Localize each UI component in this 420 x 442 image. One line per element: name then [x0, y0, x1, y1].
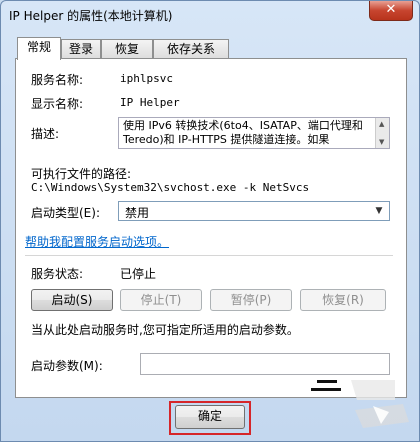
tab-recovery[interactable]: 恢复 — [101, 39, 153, 59]
watermark-logo — [311, 380, 409, 428]
tab-dependencies[interactable]: 依存关系 — [153, 39, 229, 59]
exe-path-value: C:\Windows\System32\svchost.exe -k NetSv… — [31, 181, 310, 194]
startup-type-value: 禁用 — [125, 206, 150, 220]
ok-button[interactable]: 确定 — [175, 405, 245, 429]
startup-type-select[interactable]: 禁用 ▼ — [118, 201, 390, 221]
resume-button[interactable]: 恢复(R) — [300, 289, 386, 311]
service-name-value: iphlpsvc — [120, 72, 173, 85]
service-status-value: 已停止 — [120, 267, 157, 281]
close-icon: ✕ — [385, 2, 397, 17]
display-name-label: 显示名称: — [31, 97, 84, 111]
chevron-down-icon[interactable]: ▼ — [371, 203, 387, 219]
scroll-up-icon[interactable]: ▲ — [379, 120, 384, 128]
description-label: 描述: — [31, 127, 60, 141]
display-name-value: IP Helper — [120, 96, 180, 109]
help-configure-link[interactable]: 帮助我配置服务启动选项。 — [25, 233, 169, 250]
window-title: IP Helper 的属性(本地计算机) — [9, 9, 173, 23]
exe-path-label: 可执行文件的路径: — [31, 167, 132, 181]
divider — [25, 255, 393, 256]
start-button[interactable]: 启动(S) — [31, 289, 113, 311]
start-params-hint: 当从此处启动服务时,您可指定所适用的启动参数。 — [31, 323, 299, 337]
description-scrollbar[interactable]: ▲ ▼ — [375, 118, 389, 148]
title-bar[interactable]: IP Helper 的属性(本地计算机) ✕ — [1, 1, 419, 29]
service-status-label: 服务状态: — [31, 267, 84, 281]
tab-general[interactable]: 常规 — [17, 37, 61, 60]
properties-window: IP Helper 的属性(本地计算机) ✕ 常规 登录 恢复 依存关系 服务名… — [0, 0, 420, 442]
close-button[interactable]: ✕ — [369, 1, 413, 21]
startup-type-label: 启动类型(E): — [31, 206, 100, 220]
service-name-label: 服务名称: — [31, 73, 84, 87]
stop-button[interactable]: 停止(T) — [120, 289, 202, 311]
description-box[interactable]: 使用 IPv6 转换技术(6to4、ISATAP、端口代理和 Teredo)和 … — [118, 117, 390, 149]
tab-logon[interactable]: 登录 — [61, 39, 101, 59]
start-params-label: 启动参数(M): — [31, 359, 103, 373]
general-panel: 服务名称: iphlpsvc 显示名称: IP Helper 描述: 使用 IP… — [15, 58, 407, 398]
pause-button[interactable]: 暂停(P) — [210, 289, 292, 311]
description-text: 使用 IPv6 转换技术(6to4、ISATAP、端口代理和 Teredo)和 … — [123, 119, 363, 146]
scroll-down-icon[interactable]: ▼ — [379, 138, 384, 146]
